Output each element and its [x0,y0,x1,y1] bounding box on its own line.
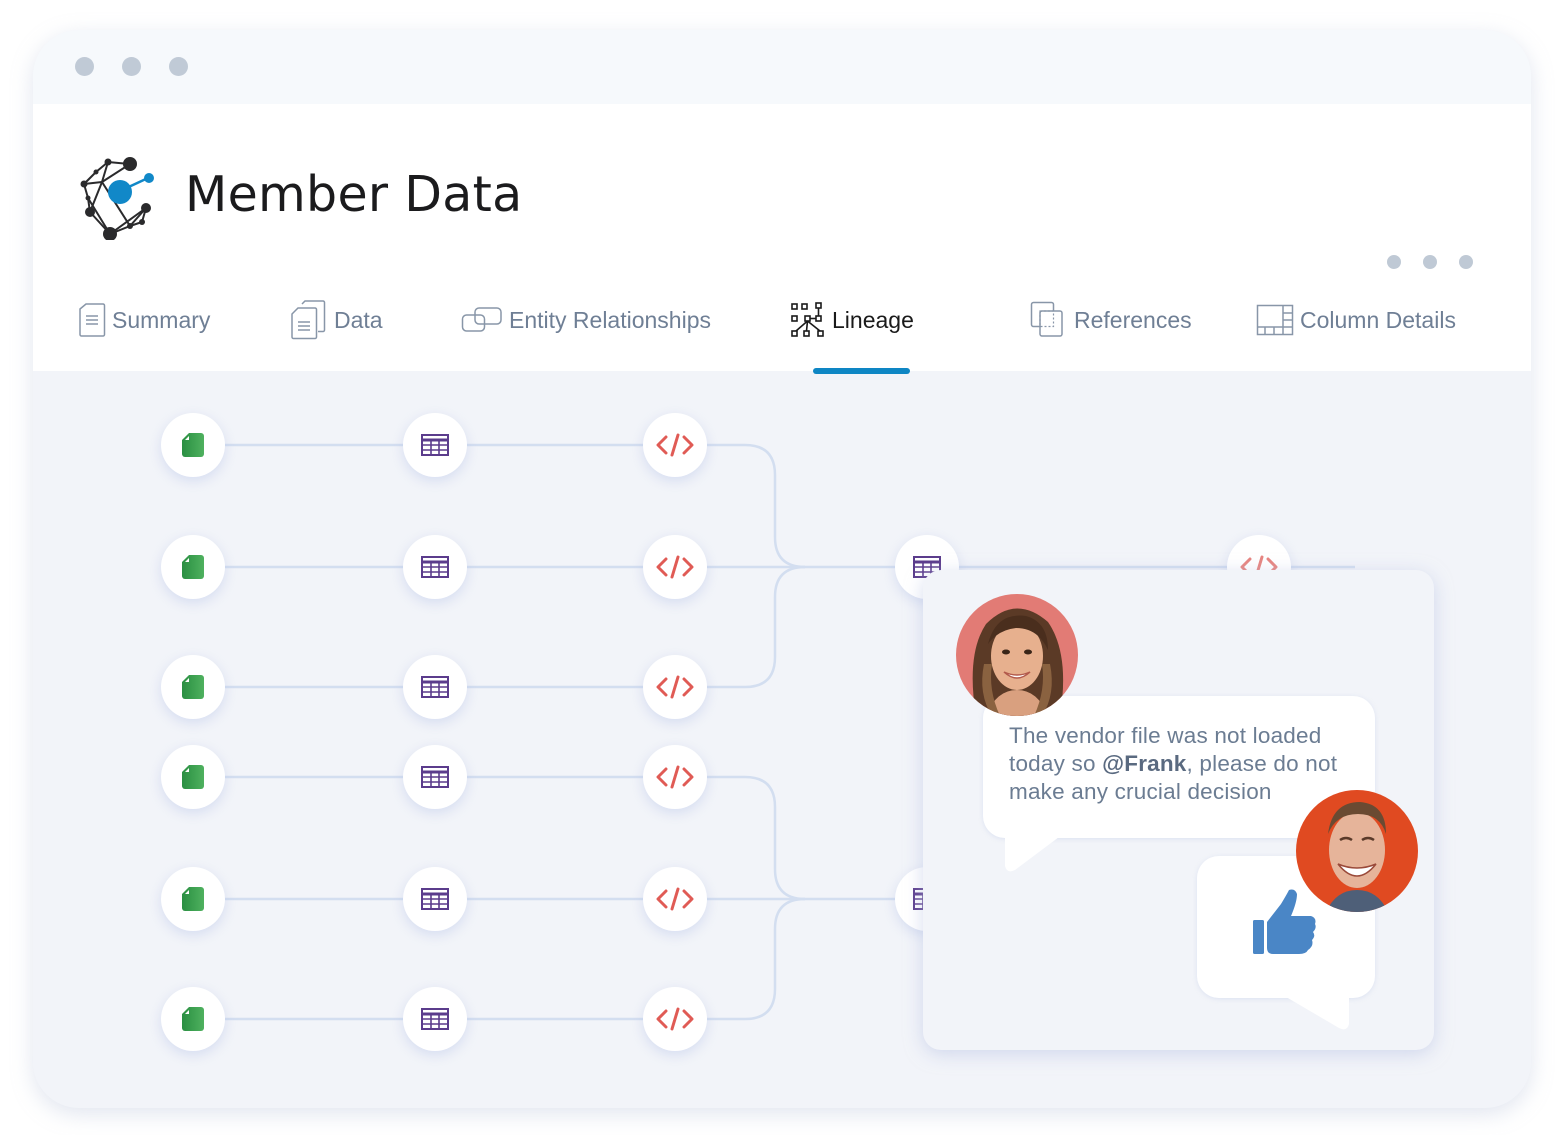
user-mention[interactable]: @Frank [1102,751,1186,776]
tab-data[interactable]: Data [290,300,383,340]
window-close-button[interactable] [75,57,94,76]
tab-references[interactable]: References [1030,300,1192,340]
linked-entities-icon [461,307,502,332]
thumbs-up-icon[interactable] [1251,888,1319,958]
table-node[interactable] [403,867,467,931]
table-icon [421,434,449,456]
table-node[interactable] [403,987,467,1051]
comment-panel: The vendor file was not loaded today so … [923,570,1434,1050]
code-icon [656,554,694,580]
window-maximize-button[interactable] [169,57,188,76]
code-icon [656,764,694,790]
tab-summary[interactable]: Summary [78,300,210,340]
more-dot [1387,255,1401,269]
code-node[interactable] [643,745,707,809]
file-node[interactable] [161,413,225,477]
table-icon [421,1008,449,1030]
comment-text: The vendor file was not loaded today so … [1009,722,1369,806]
file-node[interactable] [161,535,225,599]
file-icon [181,674,205,700]
table-icon [421,766,449,788]
file-node[interactable] [161,987,225,1051]
page-header: Member Data Summary Data Entity Relation… [33,104,1531,374]
document-icon [79,303,106,337]
file-icon [181,432,205,458]
tab-label: Entity Relationships [509,306,711,333]
code-node[interactable] [643,655,707,719]
documents-icon [291,300,326,340]
tab-label: Summary [112,306,211,333]
tab-column-details[interactable]: Column Details [1256,300,1456,340]
code-node[interactable] [643,413,707,477]
tab-label: Data [334,306,383,333]
file-icon [181,764,205,790]
frank-avatar[interactable] [1296,790,1418,912]
table-icon [421,888,449,910]
tab-label: References [1074,306,1192,333]
tab-entity-relationships[interactable]: Entity Relationships [461,300,711,340]
more-dot [1459,255,1473,269]
network-graph-logo-icon [80,157,154,240]
title-bar [33,30,1531,104]
code-icon [656,674,694,700]
window-minimize-button[interactable] [122,57,141,76]
lineage-icon [791,302,824,337]
comment-bubble-tail [1005,834,1063,872]
file-node[interactable] [161,867,225,931]
table-node[interactable] [403,745,467,809]
code-node[interactable] [643,867,707,931]
table-icon [421,676,449,698]
commenter-avatar[interactable] [956,594,1078,716]
file-node[interactable] [161,745,225,809]
reply-bubble-tail [1281,994,1349,1030]
code-icon [656,886,694,912]
file-icon [181,886,205,912]
file-icon [181,554,205,580]
table-node[interactable] [403,535,467,599]
lineage-canvas: The vendor file was not loaded today so … [33,371,1531,1108]
table-node[interactable] [403,655,467,719]
references-icon [1030,301,1063,337]
tab-label: Lineage [832,306,914,333]
file-icon [181,1006,205,1032]
code-node[interactable] [643,987,707,1051]
tab-lineage[interactable]: Lineage [790,300,914,340]
table-node[interactable] [403,413,467,477]
code-node[interactable] [643,535,707,599]
file-node[interactable] [161,655,225,719]
tab-label: Column Details [1300,306,1456,333]
app-window: Member Data Summary Data Entity Relation… [33,30,1531,1108]
more-dot [1423,255,1437,269]
table-icon [421,556,449,578]
column-details-icon [1256,304,1294,336]
code-icon [656,432,694,458]
page-title: Member Data [185,166,523,223]
code-icon [656,1006,694,1032]
